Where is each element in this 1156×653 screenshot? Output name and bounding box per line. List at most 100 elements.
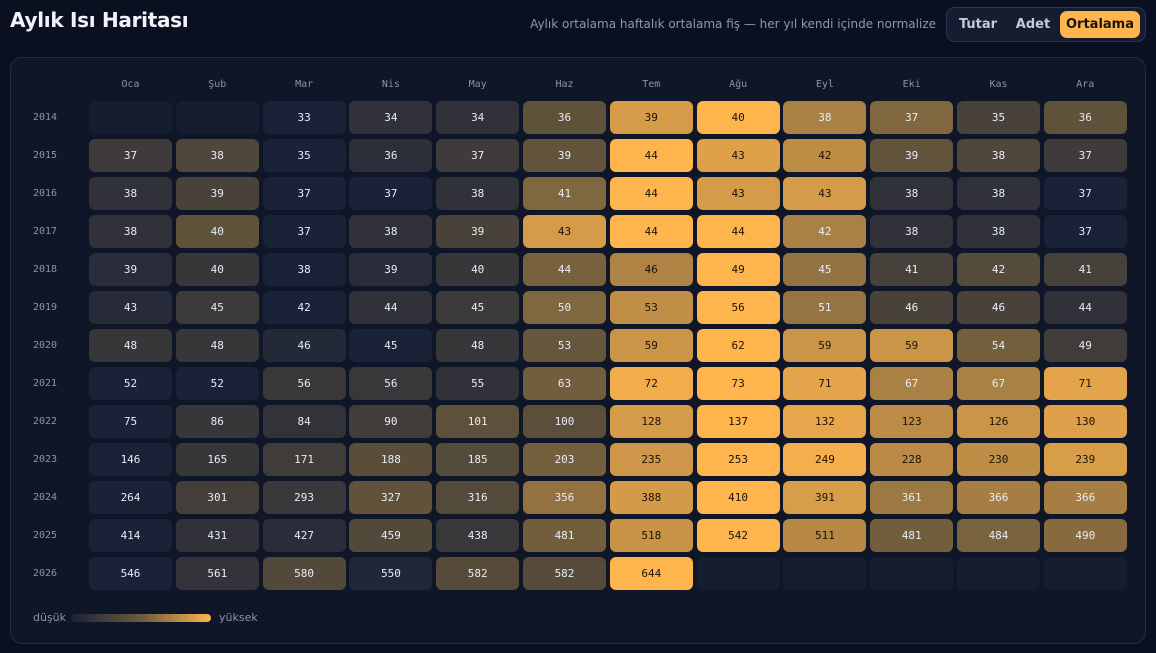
heatmap-cell[interactable]: 171 xyxy=(262,443,346,476)
heatmap-cell[interactable]: 327 xyxy=(349,481,433,514)
heatmap-cell[interactable]: 49 xyxy=(696,253,780,286)
heatmap-cell[interactable]: 128 xyxy=(609,405,693,438)
heatmap-cell[interactable]: 41 xyxy=(1043,253,1127,286)
heatmap-cell[interactable]: 188 xyxy=(349,443,433,476)
heatmap-cell[interactable]: 43 xyxy=(696,139,780,172)
heatmap-cell[interactable]: 34 xyxy=(436,101,520,134)
heatmap-cell[interactable]: 39 xyxy=(175,177,259,210)
heatmap-cell[interactable]: 37 xyxy=(262,177,346,210)
heatmap-cell[interactable]: 203 xyxy=(523,443,606,476)
heatmap-cell[interactable]: 37 xyxy=(262,215,346,248)
heatmap-cell[interactable]: 431 xyxy=(175,519,259,552)
heatmap-cell[interactable]: 45 xyxy=(783,253,867,286)
heatmap-cell[interactable]: 38 xyxy=(870,215,954,248)
heatmap-cell[interactable]: 67 xyxy=(957,367,1040,400)
heatmap-cell[interactable] xyxy=(870,557,954,590)
heatmap-cell[interactable]: 45 xyxy=(349,329,433,362)
heatmap-cell[interactable]: 38 xyxy=(436,177,520,210)
heatmap-cell[interactable]: 42 xyxy=(783,139,867,172)
heatmap-cell[interactable] xyxy=(696,557,780,590)
heatmap-cell[interactable]: 484 xyxy=(957,519,1040,552)
heatmap-cell[interactable]: 46 xyxy=(870,291,954,324)
heatmap-cell[interactable]: 46 xyxy=(957,291,1040,324)
heatmap-cell[interactable]: 490 xyxy=(1043,519,1127,552)
heatmap-cell[interactable]: 43 xyxy=(89,291,172,324)
heatmap-cell[interactable]: 52 xyxy=(89,367,172,400)
heatmap-cell[interactable]: 228 xyxy=(870,443,954,476)
heatmap-cell[interactable]: 264 xyxy=(89,481,172,514)
heatmap-cell[interactable]: 644 xyxy=(609,557,693,590)
heatmap-cell[interactable]: 56 xyxy=(349,367,433,400)
heatmap-cell[interactable]: 45 xyxy=(175,291,259,324)
heatmap-cell[interactable]: 86 xyxy=(175,405,259,438)
heatmap-cell[interactable]: 42 xyxy=(957,253,1040,286)
heatmap-cell[interactable]: 511 xyxy=(783,519,867,552)
heatmap-cell[interactable]: 39 xyxy=(523,139,606,172)
heatmap-cell[interactable]: 37 xyxy=(89,139,172,172)
heatmap-cell[interactable]: 48 xyxy=(436,329,520,362)
heatmap-cell[interactable]: 46 xyxy=(262,329,346,362)
heatmap-cell[interactable]: 37 xyxy=(436,139,520,172)
heatmap-cell[interactable]: 518 xyxy=(609,519,693,552)
heatmap-cell[interactable]: 44 xyxy=(349,291,433,324)
heatmap-cell[interactable]: 62 xyxy=(696,329,780,362)
heatmap-cell[interactable]: 38 xyxy=(262,253,346,286)
heatmap-cell[interactable]: 73 xyxy=(696,367,780,400)
heatmap-cell[interactable]: 71 xyxy=(1043,367,1127,400)
heatmap-cell[interactable]: 56 xyxy=(262,367,346,400)
heatmap-cell[interactable]: 36 xyxy=(523,101,606,134)
heatmap-cell[interactable]: 59 xyxy=(783,329,867,362)
heatmap-cell[interactable]: 44 xyxy=(609,177,693,210)
heatmap-cell[interactable]: 48 xyxy=(175,329,259,362)
heatmap-cell[interactable]: 59 xyxy=(870,329,954,362)
heatmap-cell[interactable]: 44 xyxy=(609,215,693,248)
heatmap-cell[interactable]: 38 xyxy=(783,101,867,134)
heatmap-cell[interactable]: 101 xyxy=(436,405,520,438)
heatmap-cell[interactable]: 123 xyxy=(870,405,954,438)
heatmap-cell[interactable]: 41 xyxy=(870,253,954,286)
heatmap-cell[interactable] xyxy=(1043,557,1127,590)
heatmap-cell[interactable]: 39 xyxy=(609,101,693,134)
heatmap-cell[interactable]: 366 xyxy=(957,481,1040,514)
heatmap-cell[interactable] xyxy=(783,557,867,590)
heatmap-cell[interactable]: 361 xyxy=(870,481,954,514)
heatmap-cell[interactable]: 38 xyxy=(89,215,172,248)
heatmap-cell[interactable]: 165 xyxy=(175,443,259,476)
heatmap-cell[interactable]: 542 xyxy=(696,519,780,552)
heatmap-cell[interactable]: 301 xyxy=(175,481,259,514)
heatmap-cell[interactable]: 35 xyxy=(262,139,346,172)
heatmap-cell[interactable]: 44 xyxy=(1043,291,1127,324)
heatmap-cell[interactable]: 54 xyxy=(957,329,1040,362)
heatmap-cell[interactable]: 56 xyxy=(696,291,780,324)
heatmap-cell[interactable]: 582 xyxy=(523,557,606,590)
heatmap-cell[interactable]: 100 xyxy=(523,405,606,438)
heatmap-cell[interactable]: 38 xyxy=(349,215,433,248)
heatmap-cell[interactable]: 40 xyxy=(175,215,259,248)
heatmap-cell[interactable]: 90 xyxy=(349,405,433,438)
heatmap-cell[interactable]: 53 xyxy=(523,329,606,362)
heatmap-cell[interactable] xyxy=(175,101,259,134)
heatmap-cell[interactable]: 49 xyxy=(1043,329,1127,362)
heatmap-cell[interactable]: 38 xyxy=(175,139,259,172)
heatmap-cell[interactable]: 43 xyxy=(523,215,606,248)
heatmap-cell[interactable]: 459 xyxy=(349,519,433,552)
mode-tutar-button[interactable]: Tutar xyxy=(950,11,1006,38)
heatmap-cell[interactable]: 42 xyxy=(262,291,346,324)
heatmap-cell[interactable]: 438 xyxy=(436,519,520,552)
heatmap-cell[interactable]: 67 xyxy=(870,367,954,400)
heatmap-cell[interactable]: 50 xyxy=(523,291,606,324)
heatmap-cell[interactable]: 41 xyxy=(523,177,606,210)
heatmap-cell[interactable]: 75 xyxy=(89,405,172,438)
heatmap-cell[interactable]: 481 xyxy=(523,519,606,552)
heatmap-cell[interactable]: 43 xyxy=(696,177,780,210)
heatmap-cell[interactable]: 45 xyxy=(436,291,520,324)
heatmap-cell[interactable]: 55 xyxy=(436,367,520,400)
heatmap-cell[interactable]: 388 xyxy=(609,481,693,514)
heatmap-cell[interactable]: 391 xyxy=(783,481,867,514)
heatmap-cell[interactable]: 126 xyxy=(957,405,1040,438)
heatmap-cell[interactable]: 40 xyxy=(175,253,259,286)
heatmap-cell[interactable]: 37 xyxy=(870,101,954,134)
heatmap-cell[interactable]: 427 xyxy=(262,519,346,552)
heatmap-cell[interactable]: 51 xyxy=(783,291,867,324)
heatmap-cell[interactable]: 36 xyxy=(1043,101,1127,134)
